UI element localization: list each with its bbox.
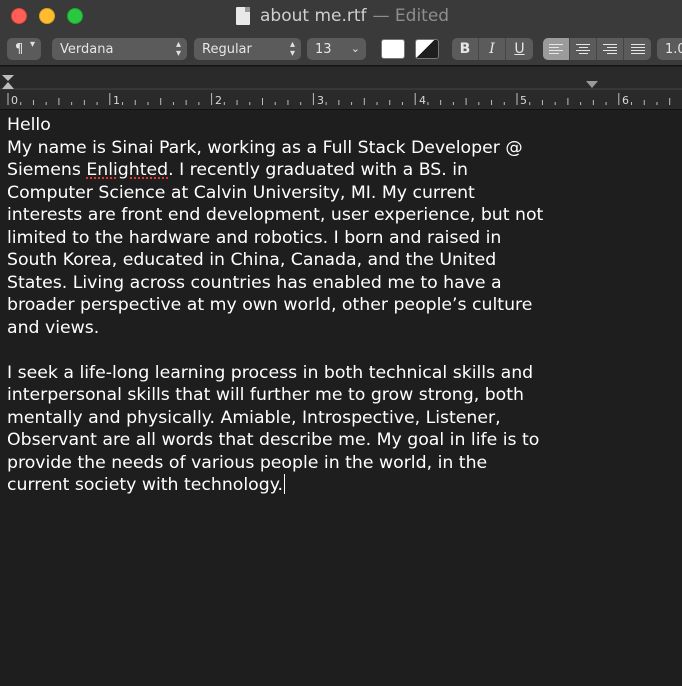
align-right-button[interactable] — [597, 38, 624, 60]
text-line: mentally and physically. Amiable, Intros… — [7, 407, 501, 428]
text-run: current society with technology. — [7, 475, 283, 495]
text-line: States. Living across countries has enab… — [7, 272, 502, 293]
ruler-label: 4 — [419, 94, 426, 107]
align-center-icon — [576, 43, 590, 55]
font-style-value: Regular — [202, 41, 252, 57]
close-window-button[interactable] — [11, 8, 27, 24]
align-left-button[interactable] — [543, 38, 570, 60]
font-family-value: Verdana — [60, 41, 114, 57]
text-line: broader perspective at my own world, oth… — [7, 295, 533, 315]
minimize-window-button[interactable] — [39, 8, 55, 24]
align-center-button[interactable] — [570, 38, 597, 60]
window-toolbar: about me.rtf — Edited ¶ ▾ Verdana ▴ ▾ Reg… — [0, 0, 682, 66]
font-size-combobox[interactable]: 13 ⌄ — [307, 38, 366, 60]
background-color-well[interactable] — [415, 39, 439, 59]
text-line: interests are front end development, use… — [7, 205, 544, 225]
text-line: Siemens Enlighted. I recently graduated … — [7, 159, 592, 182]
paragraph-styles-button[interactable]: ¶ ▾ — [7, 38, 41, 60]
alignment-buttons — [543, 38, 651, 60]
bold-button[interactable]: B — [452, 38, 479, 60]
window-title: about me.rtf — Edited — [236, 5, 449, 27]
ruler-label: 1 — [113, 94, 120, 107]
text-line: My name is Sinai Park, working as a Full… — [7, 137, 523, 158]
ruler[interactable]: 0 1 2 3 4 5 6 — [0, 67, 682, 110]
text-cursor — [283, 474, 285, 494]
ruler-ticks — [0, 75, 682, 105]
text-line: I seek a life-long learning process in b… — [7, 362, 534, 383]
chevron-up-down-icon: ▴ ▾ — [289, 39, 295, 59]
justify-icon — [630, 43, 645, 55]
ruler-label: 3 — [317, 94, 324, 107]
font-family-select[interactable]: Verdana ▴ ▾ — [52, 38, 187, 60]
align-left-icon — [549, 43, 563, 55]
ruler-label: 6 — [622, 94, 629, 107]
textedit-window: about me.rtf — Edited ¶ ▾ Verdana ▴ ▾ Reg… — [0, 0, 682, 686]
ruler-label: 2 — [215, 94, 222, 107]
pilcrow-icon: ¶ — [15, 41, 24, 57]
text-run: . I recently graduated with a BS. in — [168, 160, 468, 180]
scrollbar-gutter[interactable] — [662, 111, 682, 686]
left-indent-marker[interactable] — [2, 82, 14, 89]
text-line: interpersonal skills that will further m… — [7, 385, 524, 405]
document-icon — [236, 7, 250, 25]
text-line: Observant are all words that describe me… — [7, 430, 540, 450]
ruler-label: 0 — [11, 94, 18, 107]
text-run: Siemens — [7, 160, 87, 180]
misspelled-word[interactable]: Enlighted — [86, 160, 168, 180]
line-spacing-value: 1.0 — [665, 41, 682, 57]
text-line: limited to the hardware and robotics. I … — [7, 227, 502, 248]
chevron-up-down-icon: ▴ ▾ — [175, 39, 181, 59]
document-filename: about me.rtf — [260, 6, 367, 26]
edited-status: — Edited — [372, 6, 450, 26]
ruler-label: 5 — [520, 94, 527, 107]
font-style-select[interactable]: Regular ▴ ▾ — [194, 38, 301, 60]
zoom-window-button[interactable] — [67, 8, 83, 24]
chevron-down-icon: ▾ — [29, 39, 35, 50]
text-line: Hello — [7, 115, 51, 135]
text-color-well[interactable] — [381, 39, 405, 59]
document-text[interactable]: Hello My name is Sinai Park, working as … — [7, 114, 592, 497]
underline-button[interactable]: U — [506, 38, 533, 60]
text-line: and views. — [7, 317, 100, 338]
text-line: Computer Science at Calvin University, M… — [7, 182, 475, 203]
line-spacing-select[interactable]: 1.0 — [657, 38, 682, 60]
right-margin-marker[interactable] — [586, 81, 598, 88]
font-size-value: 13 — [315, 41, 332, 57]
text-line: South Korea, educated in China, Canada, … — [7, 250, 497, 270]
text-line: provide the needs of various people in t… — [7, 452, 488, 473]
italic-button[interactable]: I — [479, 38, 506, 60]
justify-button[interactable] — [624, 38, 651, 60]
chevron-down-icon: ⌄ — [350, 42, 360, 55]
first-line-indent-marker[interactable] — [2, 75, 14, 81]
document-editor[interactable]: Hello My name is Sinai Park, working as … — [0, 111, 682, 686]
text-line: current society with technology. — [7, 474, 592, 497]
align-right-icon — [603, 43, 617, 55]
text-style-buttons: B I U — [452, 38, 533, 60]
